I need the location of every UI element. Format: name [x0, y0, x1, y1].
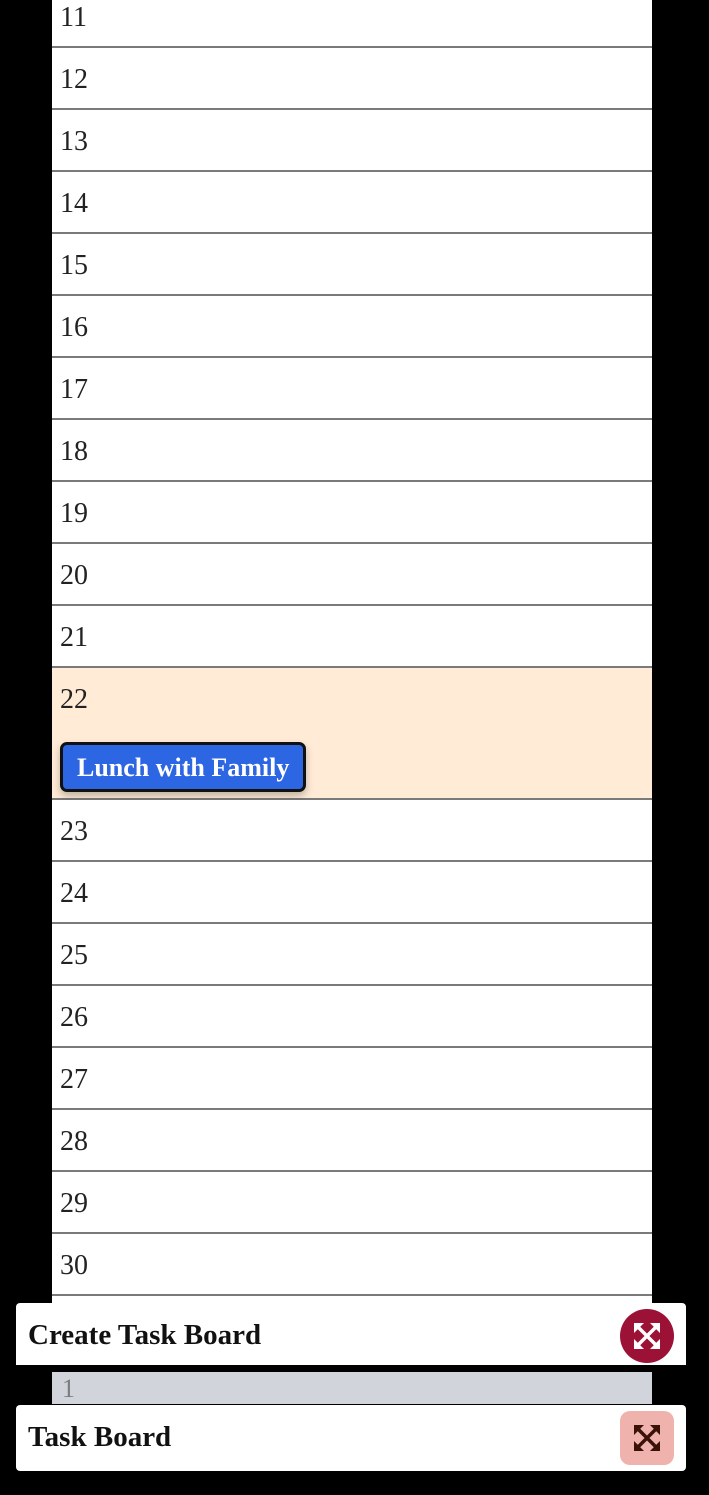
calendar-day-row[interactable]: 25 — [52, 924, 652, 986]
calendar-day-row[interactable]: 18 — [52, 420, 652, 482]
expand-arrows-icon — [634, 1425, 660, 1451]
calendar-day-number: 30 — [60, 1250, 88, 1281]
calendar-day-row[interactable]: 17 — [52, 358, 652, 420]
create-task-board-panel: Create Task Board — [16, 1303, 686, 1369]
calendar-day-row[interactable]: 26 — [52, 986, 652, 1048]
create-task-board-expand-button[interactable] — [620, 1309, 674, 1363]
calendar-day-list: 11 12 13 14 15 16 17 18 19 20 21 22 Lunch with Famil… — [52, 0, 652, 1358]
calendar-day-number: 17 — [60, 374, 88, 405]
calendar-day-row[interactable]: 19 — [52, 482, 652, 544]
calendar-day-row[interactable]: 28 — [52, 1110, 652, 1172]
calendar-day-number: 12 — [60, 64, 88, 95]
calendar-day-number: 22 — [60, 684, 88, 715]
calendar-day-row[interactable]: 12 — [52, 48, 652, 110]
calendar-day-row[interactable]: 30 — [52, 1234, 652, 1296]
calendar-day-row[interactable]: 21 — [52, 606, 652, 668]
calendar-day-number: 16 — [60, 312, 88, 343]
expand-arrows-icon — [634, 1323, 660, 1349]
calendar-day-row[interactable]: 15 — [52, 234, 652, 296]
calendar-day-number: 20 — [60, 560, 88, 591]
next-month-day-cell[interactable]: 1 — [52, 1372, 652, 1404]
calendar-day-number: 15 — [60, 250, 88, 281]
calendar-day-number: 26 — [60, 1002, 88, 1033]
calendar-day-number: 24 — [60, 878, 88, 909]
calendar-day-number: 27 — [60, 1064, 88, 1095]
calendar-day-number: 28 — [60, 1126, 88, 1157]
task-board-expand-button[interactable] — [620, 1411, 674, 1465]
calendar-day-number: 13 — [60, 126, 88, 157]
create-task-board-title: Create Task Board — [28, 1319, 262, 1351]
calendar-day-row[interactable]: 13 — [52, 110, 652, 172]
task-board-panel: Task Board — [16, 1405, 686, 1471]
calendar-day-number: 18 — [60, 436, 88, 467]
calendar-day-number: 25 — [60, 940, 88, 971]
calendar-day-row[interactable]: 23 — [52, 800, 652, 862]
task-board-title: Task Board — [28, 1421, 172, 1453]
calendar-day-row[interactable]: 16 — [52, 296, 652, 358]
calendar-day-number: 23 — [60, 816, 88, 847]
next-month-day-number: 1 — [62, 1374, 75, 1403]
calendar-day-row[interactable]: 29 — [52, 1172, 652, 1234]
calendar-day-row[interactable]: 24 — [52, 862, 652, 924]
calendar-day-row[interactable]: 27 — [52, 1048, 652, 1110]
calendar-day-number: 29 — [60, 1188, 88, 1219]
event-lunch-with-family[interactable]: Lunch with Family — [60, 742, 307, 792]
calendar-day-row[interactable]: 14 — [52, 172, 652, 234]
calendar-day-number: 11 — [60, 2, 87, 33]
calendar-day-row[interactable]: 20 — [52, 544, 652, 606]
calendar-day-row[interactable]: 22 Lunch with Family — [52, 668, 652, 800]
calendar-day-row[interactable]: 11 — [52, 0, 652, 48]
calendar-day-number: 14 — [60, 188, 88, 219]
calendar-day-number: 21 — [60, 622, 88, 653]
calendar-day-number: 19 — [60, 498, 88, 529]
